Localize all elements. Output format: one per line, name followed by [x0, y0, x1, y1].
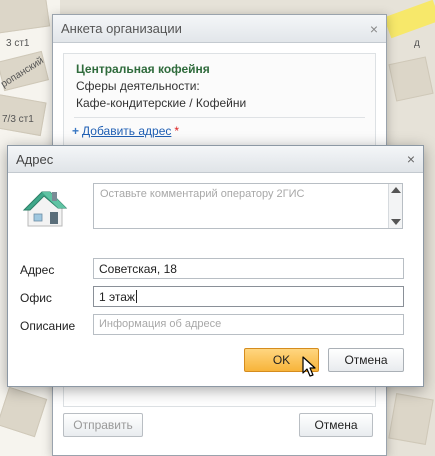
map-block: [388, 393, 434, 445]
map-label: 7/3 ст1: [2, 114, 34, 125]
close-icon[interactable]: ×: [370, 21, 378, 37]
office-label: Офис: [20, 291, 52, 305]
address-dialog: Адрес × Оставьте комментарий оператору 2…: [7, 145, 424, 387]
window-titlebar: Анкета организации ×: [53, 15, 386, 43]
add-address[interactable]: + Добавить адрес *: [72, 124, 179, 138]
comment-scrollbar[interactable]: [388, 184, 402, 228]
map-label: 3 ст1: [6, 38, 30, 49]
dialog-title: Адрес: [16, 151, 54, 167]
window-title: Анкета организации: [61, 21, 182, 36]
address-field[interactable]: Советская, 18: [93, 258, 404, 279]
add-address-link[interactable]: Добавить адрес: [82, 124, 171, 138]
text-caret: [135, 290, 137, 303]
scroll-down-icon[interactable]: [391, 219, 401, 225]
house-icon: [22, 191, 68, 227]
description-label: Описание: [20, 319, 76, 333]
office-value: 1 этаж: [99, 290, 135, 304]
mouse-cursor-icon: [302, 356, 316, 377]
cancel-button[interactable]: Отмена: [299, 413, 373, 437]
close-icon[interactable]: ×: [407, 151, 415, 167]
activity-value: Кафе-кондитерские / Кофейни: [76, 96, 247, 110]
map-block: [388, 56, 434, 102]
activity-label: Сферы деятельности:: [76, 79, 200, 93]
required-marker: *: [174, 124, 180, 138]
office-field[interactable]: 1 этаж: [93, 286, 404, 307]
plus-icon: +: [72, 124, 80, 138]
comment-textarea[interactable]: Оставьте комментарий оператору 2ГИС: [93, 183, 403, 229]
comment-placeholder: Оставьте комментарий оператору 2ГИС: [100, 188, 305, 200]
map-highlight-road: [383, 0, 435, 39]
send-button[interactable]: Отправить: [63, 413, 143, 437]
address-label: Адрес: [20, 263, 55, 277]
map-label: д: [414, 38, 420, 49]
description-field[interactable]: Информация об адресе: [93, 314, 404, 335]
cancel-button[interactable]: Отмена: [328, 348, 404, 372]
scroll-up-icon[interactable]: [391, 187, 401, 193]
divider: [74, 117, 365, 118]
organization-name: Центральная кофейня: [76, 62, 210, 76]
dialog-titlebar: Адрес ×: [8, 146, 423, 173]
